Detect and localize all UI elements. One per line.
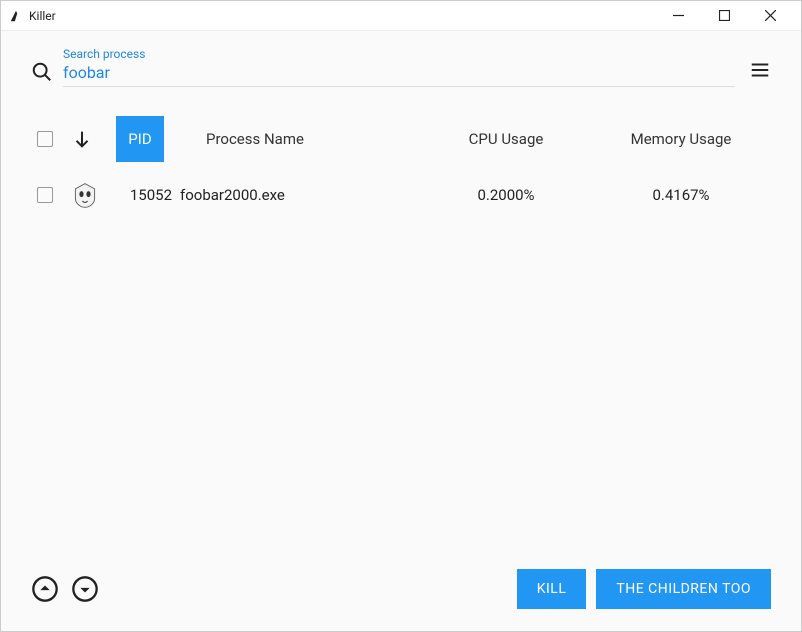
cell-cpu: 0.2000%	[421, 186, 591, 204]
column-cpu[interactable]: CPU Usage	[421, 130, 591, 148]
kill-button[interactable]: KILL	[517, 569, 587, 609]
kill-children-button[interactable]: THE CHILDREN TOO	[596, 569, 771, 609]
minimize-button[interactable]	[655, 1, 701, 31]
close-button[interactable]	[747, 1, 793, 31]
title-bar: Killer	[1, 1, 801, 31]
select-all-checkbox[interactable]	[37, 131, 53, 147]
scroll-up-button[interactable]	[31, 575, 59, 603]
maximize-button[interactable]	[701, 1, 747, 31]
content-area: Search process PID Process Name CPU Usag…	[1, 31, 801, 631]
process-icon	[71, 181, 99, 209]
hamburger-icon	[749, 59, 771, 81]
sort-arrow-down-icon[interactable]	[71, 128, 93, 150]
scroll-down-button[interactable]	[71, 575, 99, 603]
column-name[interactable]: Process Name	[176, 130, 421, 148]
footer-bar: KILL THE CHILDREN TOO	[31, 569, 771, 609]
cell-mem: 0.4167%	[591, 186, 771, 204]
search-field-wrap: Search process	[63, 49, 735, 87]
cell-name: foobar2000.exe	[176, 186, 421, 204]
menu-button[interactable]	[749, 59, 771, 85]
cell-pid: 15052	[116, 186, 176, 204]
process-table: PID Process Name CPU Usage Memory Usage …	[31, 115, 771, 219]
search-label: Search process	[63, 47, 145, 61]
search-input[interactable]	[63, 49, 735, 87]
table-row[interactable]: 15052 foobar2000.exe 0.2000% 0.4167%	[31, 171, 771, 219]
row-checkbox[interactable]	[37, 187, 53, 203]
window-title: Killer	[29, 9, 56, 23]
table-header: PID Process Name CPU Usage Memory Usage	[31, 115, 771, 163]
app-icon	[9, 9, 23, 23]
search-icon	[31, 61, 53, 83]
column-mem[interactable]: Memory Usage	[591, 130, 771, 148]
column-pid[interactable]: PID	[116, 116, 164, 162]
